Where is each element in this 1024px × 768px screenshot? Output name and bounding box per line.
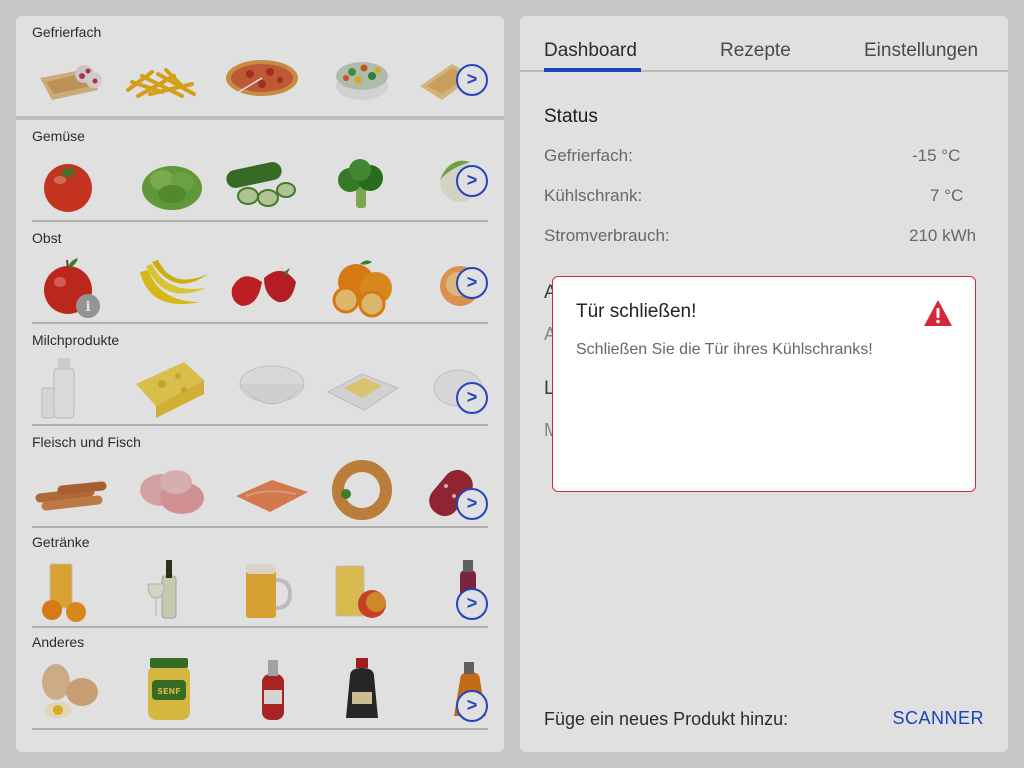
warning-icon [924,300,952,326]
dialog-message: Schließen Sie die Tür ihres Kühlschranks… [576,341,873,358]
door-warning-dialog: Tür schließen! Schließen Sie die Tür ihr… [552,276,976,492]
dialog-title: Tür schließen! [576,301,697,322]
